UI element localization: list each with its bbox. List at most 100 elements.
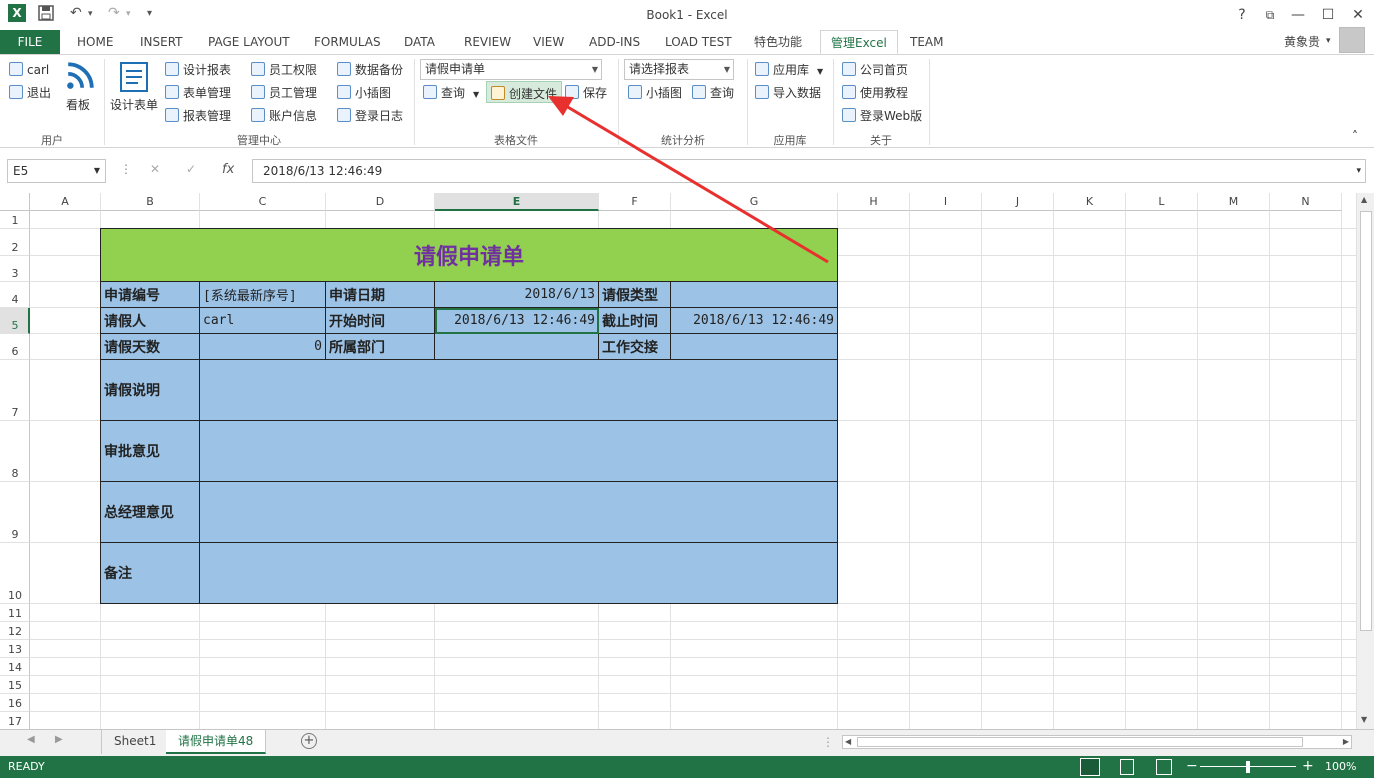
tab-page-layout[interactable]: PAGE LAYOUT [208, 30, 290, 54]
scroll-thumb[interactable] [1360, 211, 1372, 631]
query-button[interactable]: 查询 ▼ [423, 84, 479, 101]
zoom-level[interactable]: 100% [1325, 760, 1356, 773]
help-icon [842, 85, 856, 99]
scroll-right-icon[interactable]: ▶ [1343, 737, 1349, 746]
account-info-button[interactable]: 账户信息 [251, 107, 317, 124]
sheet-tab-leave-form[interactable]: 请假申请单48 [166, 730, 267, 754]
hscroll-thumb[interactable] [857, 737, 1303, 747]
user-carl-label: carl [27, 63, 50, 77]
formula-input[interactable]: 2018/6/13 12:46:49 ▾ [252, 159, 1366, 183]
insert-function-icon[interactable]: fx [222, 162, 234, 177]
chevron-down-icon: ▼ [723, 65, 730, 74]
close-button[interactable]: ✕ [1344, 4, 1372, 26]
minimize-button[interactable]: — [1284, 4, 1312, 26]
tutorial-button[interactable]: 使用教程 [842, 84, 908, 101]
help-button[interactable]: ? [1228, 4, 1256, 26]
report-manage-label: 报表管理 [183, 109, 232, 123]
name-box[interactable]: E5 ▼ [7, 159, 106, 183]
enter-icon[interactable]: ✓ [186, 162, 196, 176]
page-break-view-icon[interactable] [1156, 759, 1172, 775]
excel-window: X ↶ ▾ ↷ ▾ ▾ Book1 - Excel ? ⧉ — ☐ ✕ FILE… [0, 0, 1374, 778]
app-library-label: 应用库 [773, 63, 810, 77]
form-manage-button[interactable]: 表单管理 [165, 84, 231, 101]
ribbon-tabs: FILE HOME INSERT PAGE LAYOUT FORMULAS DA… [0, 30, 1374, 54]
login-log-button[interactable]: 登录日志 [337, 107, 403, 124]
vertical-scrollbar[interactable]: ▲ ▼ [1356, 193, 1374, 729]
worksheet-grid[interactable]: ABCDEFGHIJKLMN 1 2 3 4 5 6 7 8 9 10 11 12 13 14 15 16 17… [0, 193, 1356, 729]
employee-permissions-button[interactable]: 员工权限 [251, 61, 317, 78]
tab-add-ins[interactable]: ADD-INS [589, 30, 640, 54]
form-design-icon [120, 62, 148, 92]
sheet-tab-sheet1[interactable]: Sheet1 [101, 730, 170, 754]
page-layout-view-icon[interactable] [1120, 759, 1134, 775]
employee-manage-button[interactable]: 员工管理 [251, 84, 317, 101]
pencil-icon [491, 86, 505, 100]
zoom-out-button[interactable]: − [1186, 758, 1198, 774]
tab-team[interactable]: TEAM [910, 30, 943, 54]
tab-review[interactable]: REVIEW [464, 30, 511, 54]
employees-icon [251, 85, 265, 99]
rss-icon [67, 62, 94, 89]
add-sheet-button[interactable]: + [301, 733, 317, 749]
sheet-tabs-bar: ◀ ▶ Sheet1 请假申请单48 + ⋮ ◀ ▶ [0, 729, 1374, 756]
import-data-button[interactable]: 导入数据 [755, 84, 821, 101]
chevron-down-icon: ▼ [473, 90, 480, 99]
cancel-icon[interactable]: ✕ [150, 162, 160, 176]
stats-query-button[interactable]: 查询 [692, 84, 734, 101]
user-carl-button[interactable]: carl [9, 62, 49, 77]
normal-view-icon[interactable] [1080, 758, 1100, 776]
app-library-button[interactable]: 应用库 ▼ [755, 61, 823, 78]
design-form-label: 设计表单 [110, 98, 159, 112]
save-file-button[interactable]: 保存 [565, 84, 607, 101]
account-info-label: 账户信息 [269, 109, 318, 123]
report-manage-button[interactable]: 报表管理 [165, 107, 231, 124]
form-manage-label: 表单管理 [183, 86, 232, 100]
user-name[interactable]: 黄象贵 [1284, 33, 1320, 50]
ribbon-display-options-icon[interactable]: ⧉ [1256, 4, 1284, 26]
stats-mini-chart-button[interactable]: 小插图 [628, 84, 682, 101]
logout-icon [9, 85, 23, 99]
tab-formulas[interactable]: FORMULAS [314, 30, 381, 54]
design-report-button[interactable]: 设计报表 [165, 61, 231, 78]
tab-manage-excel[interactable]: 管理Excel [820, 30, 898, 54]
tab-special-features[interactable]: 特色功能 [754, 30, 802, 54]
user-dropdown-icon[interactable]: ▾ [1326, 36, 1331, 46]
zoom-in-button[interactable]: + [1302, 758, 1314, 774]
tab-load-test[interactable]: LOAD TEST [665, 30, 732, 54]
next-sheet-icon[interactable]: ▶ [55, 734, 63, 745]
expand-formula-bar-icon[interactable]: ▾ [1356, 160, 1361, 182]
scroll-down-icon[interactable]: ▼ [1361, 715, 1367, 724]
form-select-combo[interactable]: 请假申请单 ▼ [420, 59, 602, 80]
ribbon: carl 退出 看板 用户 设计表单 设计报表 表单管理 报表管理 员工权限 员… [0, 54, 1374, 148]
prev-sheet-icon[interactable]: ◀ [27, 734, 35, 745]
web-login-button[interactable]: 登录Web版 [842, 107, 922, 124]
dashboard-button[interactable] [65, 61, 95, 94]
login-log-label: 登录日志 [355, 109, 404, 123]
logout-label: 退出 [27, 86, 52, 100]
tab-data[interactable]: DATA [404, 30, 435, 54]
group-label-manage: 管理中心 [237, 134, 281, 147]
avatar[interactable] [1339, 27, 1365, 53]
logout-button[interactable]: 退出 [9, 84, 51, 101]
tab-home[interactable]: HOME [77, 30, 113, 54]
mini-chart-icon [628, 85, 642, 99]
zoom-slider-thumb[interactable] [1246, 761, 1250, 773]
design-form-button[interactable] [118, 61, 150, 96]
horizontal-scrollbar[interactable]: ◀ ▶ [842, 735, 1352, 749]
company-home-button[interactable]: 公司首页 [842, 61, 908, 78]
tab-insert[interactable]: INSERT [140, 30, 183, 54]
scroll-up-icon[interactable]: ▲ [1361, 195, 1367, 204]
scroll-left-icon[interactable]: ◀ [845, 737, 851, 746]
app-library-icon [755, 62, 769, 76]
form-select-value: 请假申请单 [425, 62, 486, 76]
create-file-button[interactable]: 创建文件 [486, 81, 563, 103]
tab-view[interactable]: VIEW [533, 30, 564, 54]
dashboard-label: 看板 [66, 98, 91, 112]
tab-file[interactable]: FILE [0, 30, 60, 54]
collapse-ribbon-icon[interactable]: ˄ [1352, 129, 1358, 143]
data-backup-button[interactable]: 数据备份 [337, 61, 403, 78]
report-select-combo[interactable]: 请选择报表 ▼ [624, 59, 734, 80]
mini-chart-button[interactable]: 小插图 [337, 84, 391, 101]
maximize-button[interactable]: ☐ [1314, 4, 1342, 26]
permissions-icon [251, 62, 265, 76]
